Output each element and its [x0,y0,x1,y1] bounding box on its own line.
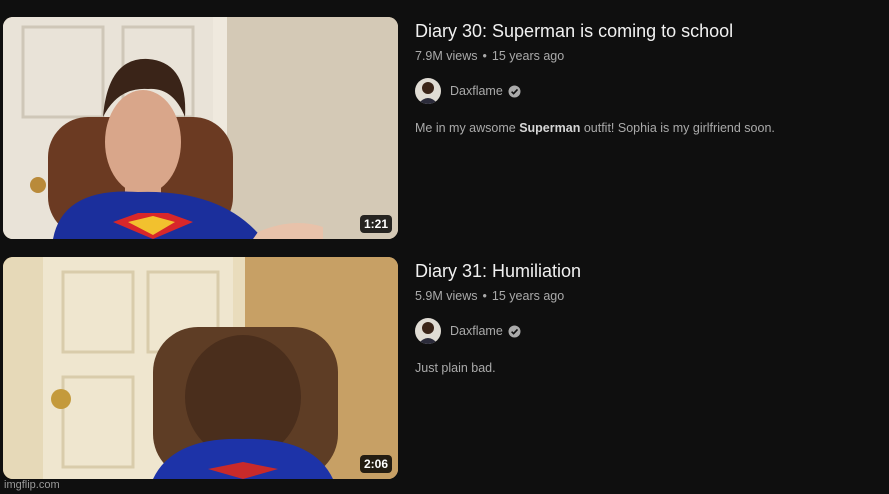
channel-name[interactable]: Daxflame [450,324,503,338]
description-text-rest: outfit! Sophia is my girlfriend soon. [580,121,775,135]
upload-age: 15 years ago [491,289,565,303]
description-highlight: Superman [519,121,581,135]
upload-age: 15 years ago [491,49,565,63]
video-info-2: Diary 31: Humiliation 5.9M views • 15 year… [415,258,875,377]
view-count: 5.9M views [415,289,478,303]
meta-separator: • [482,49,487,63]
video-metadata: 7.9M views • 15 years ago [415,47,875,65]
description-text: Me in my awsome [415,121,520,135]
channel-avatar[interactable] [415,318,441,344]
channel-row[interactable]: Daxflame [415,318,875,344]
video-description: Just plain bad. [415,361,496,375]
video-info-1: Diary 30: Superman is coming to school 7… [415,18,875,137]
video-duration-badge: 1:21 [359,215,392,233]
channel-name[interactable]: Daxflame [450,84,503,98]
view-count: 7.9M views [415,49,478,63]
thumbnail-image-superman [3,17,398,239]
video-result-2[interactable]: 2:06 Diary 31: Humiliation 5.9M views • 15… [0,254,889,484]
channel-row[interactable]: Daxflame [415,78,875,104]
avatar-image [415,78,441,104]
thumbnail-image-humiliation [3,257,398,479]
avatar-image [415,318,441,344]
verified-check-icon [508,325,521,338]
video-thumbnail-2[interactable]: 2:06 [3,257,398,479]
imgflip-watermark: imgflip.com [4,479,60,491]
video-metadata: 5.9M views • 15 years ago [415,287,875,305]
video-description: Me in my awsome Superman outfit! Sophia … [415,119,875,137]
video-duration-badge: 2:06 [359,455,392,473]
meta-separator: • [482,289,487,303]
video-title[interactable]: Diary 30: Superman is coming to school [415,18,875,44]
channel-avatar[interactable] [415,78,441,104]
video-title[interactable]: Diary 31: Humiliation [415,258,875,284]
video-result-1[interactable]: 1:21 Diary 30: Superman is coming to sch… [0,14,889,244]
video-thumbnail-1[interactable]: 1:21 [3,17,398,239]
verified-check-icon [508,85,521,98]
